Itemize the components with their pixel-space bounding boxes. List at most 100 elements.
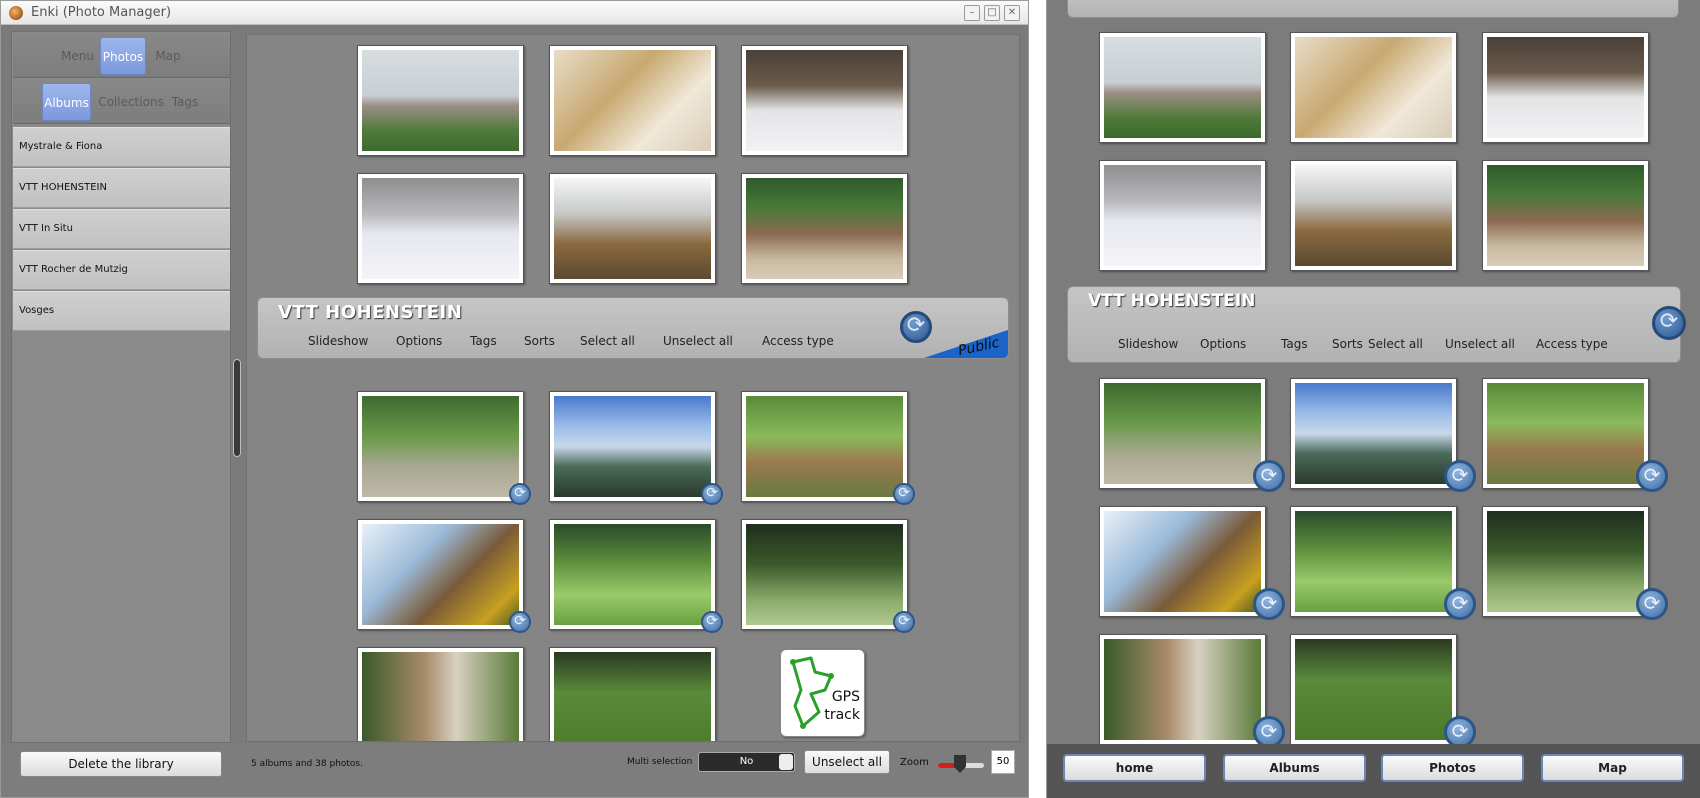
photo-thumbnail[interactable] (357, 519, 524, 630)
sync-icon[interactable]: ⟳ (1253, 460, 1285, 492)
menu-access-type[interactable]: Access type (1536, 337, 1608, 351)
photo-thumbnail[interactable] (549, 519, 716, 630)
main-window: Enki (Photo Manager) – □ ✕ Menu Photos M… (0, 0, 1029, 798)
photo-thumbnail[interactable] (741, 45, 908, 156)
menu-slideshow[interactable]: Slideshow (1118, 337, 1178, 351)
multi-selection-toggle[interactable]: No (698, 752, 795, 772)
photo-thumbnail[interactable] (1099, 634, 1266, 745)
zoom-label: Zoom (900, 757, 929, 768)
map-button[interactable]: Map (1541, 754, 1684, 782)
menu-tags[interactable]: Tags (470, 334, 497, 348)
sync-icon[interactable]: ⟳ (1636, 588, 1668, 620)
album-title: VTT HOHENSTEIN (278, 302, 463, 323)
photo-thumbnail[interactable] (357, 647, 524, 741)
photo-thumbnail[interactable] (1099, 32, 1266, 143)
photo-thumbnail[interactable] (1482, 378, 1649, 489)
tab-albums[interactable]: Albums (42, 83, 91, 121)
photo-thumbnail[interactable] (1482, 506, 1649, 617)
album-item[interactable]: Mystrale & Fiona (13, 127, 230, 167)
sync-icon[interactable]: ⟳ (1444, 460, 1476, 492)
multi-selection-label: Multi selection (627, 757, 693, 767)
secondary-window: Slideshow Options Tags Sorts Select all … (1046, 0, 1700, 798)
sync-icon[interactable]: ⟳ (893, 483, 915, 505)
tab-collections[interactable]: Collections (97, 83, 165, 121)
photo-thumbnail[interactable] (549, 391, 716, 502)
photo-thumbnail[interactable] (741, 173, 908, 284)
app-icon (9, 6, 23, 20)
photos-button[interactable]: Photos (1381, 754, 1524, 782)
status-text: 5 albums and 38 photos. (251, 759, 363, 769)
menu-options[interactable]: Options (396, 334, 442, 348)
album-item[interactable]: VTT Rocher de Mutzig (13, 250, 230, 290)
toggle-knob (779, 754, 793, 770)
photo-thumbnail[interactable] (1290, 32, 1457, 143)
sync-icon[interactable]: ⟳ (1253, 588, 1285, 620)
sync-icon[interactable]: ⟳ (509, 611, 531, 633)
menu-slideshow[interactable]: Slideshow (308, 334, 368, 348)
tab-menu[interactable]: Menu (61, 37, 94, 75)
sync-icon[interactable]: ⟳ (509, 483, 531, 505)
photo-thumbnail[interactable] (1290, 160, 1457, 271)
menu-unselect-all[interactable]: Unselect all (1445, 337, 1515, 351)
gps-label-line2: track (824, 707, 860, 723)
menu-sorts[interactable]: Sorts (524, 334, 555, 348)
photo-thumbnail[interactable] (549, 45, 716, 156)
minimize-icon[interactable]: – (964, 5, 980, 21)
menu-tags[interactable]: Tags (1281, 337, 1308, 351)
delete-library-button[interactable]: Delete the library (20, 751, 222, 777)
photo-thumbnail[interactable] (549, 173, 716, 284)
gps-track-tile[interactable]: GPS track (780, 649, 865, 737)
vertical-scrollbar[interactable] (233, 359, 241, 457)
photo-thumbnail[interactable] (1290, 378, 1457, 489)
album-title: VTT HOHENSTEIN (1088, 291, 1256, 311)
photo-thumbnail[interactable] (357, 391, 524, 502)
photo-thumbnail[interactable] (1099, 506, 1266, 617)
sub-tab-row: Albums Collections Tags (13, 79, 230, 124)
albums-button[interactable]: Albums (1223, 754, 1366, 782)
menu-unselect-all[interactable]: Unselect all (663, 334, 733, 348)
sync-icon[interactable]: ⟳ (1636, 460, 1668, 492)
menu-sorts[interactable]: Sorts (1332, 337, 1363, 351)
menu-options[interactable]: Options (1200, 337, 1246, 351)
photo-thumbnail[interactable] (357, 45, 524, 156)
album-item[interactable]: Vosges (13, 291, 230, 331)
home-button[interactable]: home (1063, 754, 1206, 782)
title-bar: Enki (Photo Manager) – □ ✕ (1, 1, 1028, 25)
photo-thumbnail[interactable] (1099, 378, 1266, 489)
photo-thumbnail[interactable] (1290, 506, 1457, 617)
photo-thumbnail[interactable] (1482, 32, 1649, 143)
photo-thumbnail[interactable] (741, 519, 908, 630)
album-menu-bar: Slideshow Options Tags Sorts Select all … (1067, 0, 1679, 18)
photo-thumbnail[interactable] (1290, 634, 1457, 745)
photo-thumbnail[interactable] (357, 173, 524, 284)
sync-icon[interactable]: ⟳ (701, 483, 723, 505)
sync-icon[interactable]: ⟳ (701, 611, 723, 633)
album-item[interactable]: VTT In Situ (13, 209, 230, 249)
menu-select-all[interactable]: Select all (580, 334, 635, 348)
photo-thumbnail[interactable] (1482, 160, 1649, 271)
sync-icon[interactable]: ⟳ (1444, 588, 1476, 620)
photo-thumbnail[interactable] (1099, 160, 1266, 271)
sync-icon[interactable]: ⟳ (900, 311, 932, 343)
photo-thumbnail[interactable] (549, 647, 716, 741)
unselect-all-button[interactable]: Unselect all (804, 750, 890, 774)
tab-photos[interactable]: Photos (100, 37, 146, 75)
photo-thumbnail[interactable] (741, 391, 908, 502)
maximize-icon[interactable]: □ (984, 5, 1000, 21)
menu-select-all[interactable]: Select all (1368, 337, 1423, 351)
photo-grid: VTT HOHENSTEIN Slideshow Options Tags So… (246, 34, 1020, 742)
window-title: Enki (Photo Manager) (31, 5, 172, 20)
album-item[interactable]: VTT HOHENSTEIN (13, 168, 230, 208)
tab-map[interactable]: Map (153, 37, 183, 75)
zoom-slider-handle[interactable] (954, 755, 966, 773)
sync-icon[interactable]: ⟳ (893, 611, 915, 633)
tab-tags[interactable]: Tags (168, 83, 202, 121)
close-icon[interactable]: ✕ (1004, 5, 1020, 21)
multi-selection-value: No (739, 756, 754, 767)
sidebar: Menu Photos Map Albums Collections Tags … (11, 31, 231, 743)
sync-icon[interactable]: ⟳ (1652, 306, 1686, 340)
nav-tab-row: Menu Photos Map (13, 33, 230, 78)
bottom-nav-bar: home Albums Photos Map (1047, 744, 1700, 798)
menu-access-type[interactable]: Access type (762, 334, 834, 348)
gps-label: GPS track (824, 688, 860, 724)
